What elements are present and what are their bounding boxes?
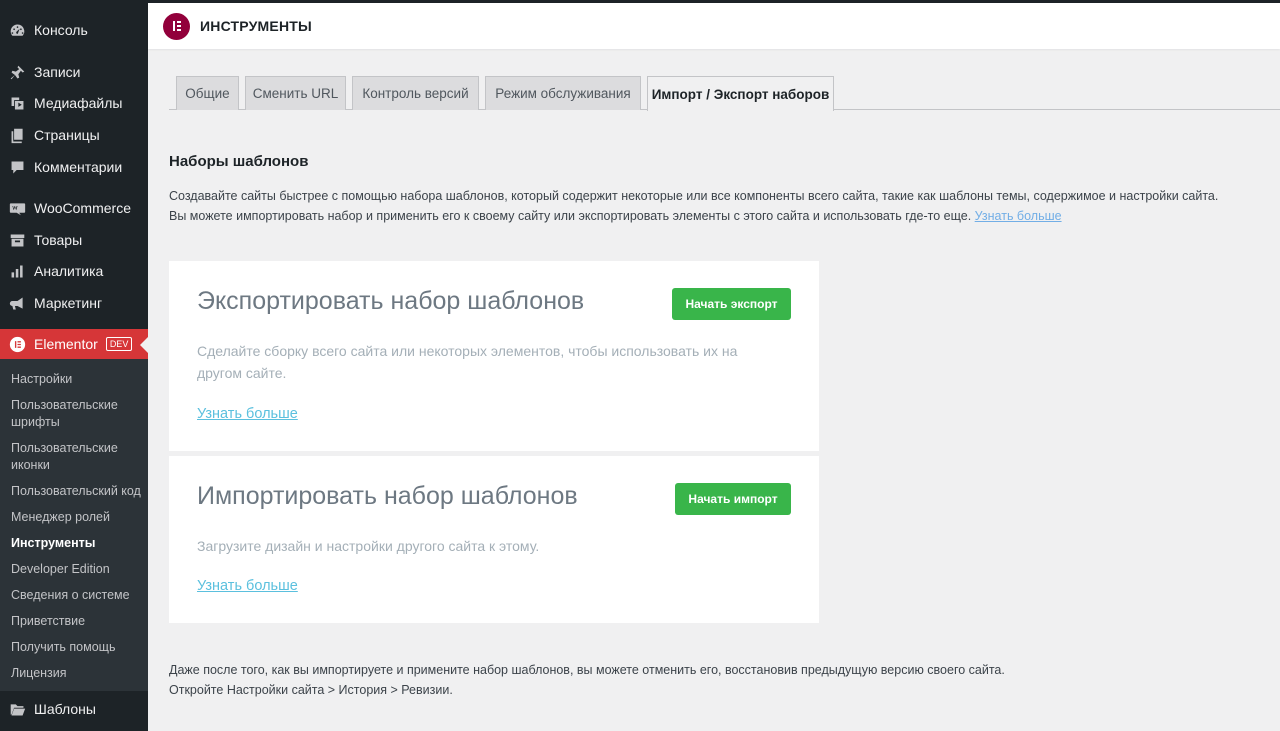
pin-icon (8, 63, 26, 81)
sidebar-item-elementor[interactable]: Elementor DEV (0, 329, 148, 359)
export-card-description: Сделайте сборку всего сайта или некоторы… (197, 343, 738, 381)
tab-maintenance-mode[interactable]: Режим обслуживания (485, 76, 641, 110)
sidebar-item-analytics[interactable]: Аналитика (0, 256, 148, 286)
sidebar-item-label: Записи (34, 64, 81, 80)
submenu-item-tools[interactable]: Инструменты (11, 535, 141, 552)
description-line-1: Создавайте сайты быстрее с помощью набор… (169, 189, 1219, 203)
import-card-title: Импортировать набор шаблонов (197, 482, 578, 510)
comment-icon (8, 158, 26, 176)
footer-line-1: Даже после того, как вы импортируете и п… (169, 663, 1005, 677)
elementor-icon (8, 335, 26, 353)
submenu-item-custom-icons[interactable]: Пользовательские иконки (11, 440, 141, 474)
sidebar-item-label: Шаблоны (34, 701, 96, 717)
description-text: Вы можете импортировать набор и применит… (169, 209, 972, 223)
media-icon (8, 94, 26, 112)
sidebar-item-label: Товары (34, 232, 83, 248)
submenu-item-settings[interactable]: Настройки (11, 371, 141, 388)
chart-bar-icon (8, 262, 26, 280)
submenu-item-get-help[interactable]: Получить помощь (11, 639, 141, 656)
elementor-logo-icon (163, 12, 190, 40)
pages-icon (8, 126, 26, 144)
submenu-item-welcome[interactable]: Приветствие (11, 613, 141, 630)
sidebar-item-label: Маркетинг (34, 295, 103, 311)
submenu-item-role-manager[interactable]: Менеджер ролей (11, 509, 141, 526)
export-card-title: Экспортировать набор шаблонов (197, 287, 585, 315)
sidebar-item-label: Комментарии (34, 159, 123, 175)
start-import-button[interactable]: Начать импорт (675, 483, 791, 515)
folder-icon (8, 700, 26, 718)
section-description: Создавайте сайты быстрее с помощью набор… (169, 186, 1269, 226)
tab-import-export-kit[interactable]: Импорт / Экспорт наборов (647, 76, 834, 111)
dev-badge: DEV (105, 337, 133, 351)
admin-sidebar: Консоль Записи Медиафайлы Страницы Комме… (0, 0, 148, 731)
sidebar-item-media[interactable]: Медиафайлы (0, 88, 148, 118)
tab-general[interactable]: Общие (176, 76, 239, 110)
section-title: Наборы шаблонов (169, 153, 309, 170)
submenu-item-custom-code[interactable]: Пользовательский код (11, 483, 141, 500)
sidebar-item-label: Консоль (34, 22, 88, 38)
import-kit-card: Импортировать набор шаблонов Начать импо… (169, 456, 819, 623)
sidebar-item-label: Страницы (34, 127, 100, 143)
sidebar-item-posts[interactable]: Записи (0, 57, 148, 87)
sidebar-item-woocommerce[interactable]: WooCommerce (0, 193, 148, 223)
woo-icon (8, 199, 26, 217)
sidebar-item-marketing[interactable]: Маркетинг (0, 288, 148, 318)
archive-icon (8, 231, 26, 249)
export-kit-card: Экспортировать набор шаблонов Начать экс… (169, 261, 819, 451)
submenu-item-custom-fonts[interactable]: Пользовательские шрифты (11, 397, 141, 431)
elementor-submenu: Настройки Пользовательские шрифты Пользо… (0, 359, 148, 691)
description-line-2: Вы можете импортировать набор и применит… (169, 206, 1269, 226)
sidebar-item-label: Elementor (34, 336, 98, 352)
sidebar-item-label: Аналитика (34, 263, 104, 279)
footer-note: Даже после того, как вы импортируете и п… (169, 660, 1169, 700)
dashboard-icon (8, 21, 26, 39)
page-title: ИНСТРУМЕНТЫ (200, 18, 312, 34)
submenu-item-license[interactable]: Лицензия (11, 665, 141, 682)
tab-replace-url[interactable]: Сменить URL (245, 76, 346, 110)
sidebar-item-templates[interactable]: Шаблоны (0, 694, 148, 724)
start-export-button[interactable]: Начать экспорт (672, 288, 791, 320)
page-header: ИНСТРУМЕНТЫ (148, 3, 1280, 49)
sidebar-item-label: WooCommerce (34, 200, 131, 216)
sidebar-item-products[interactable]: Товары (0, 225, 148, 255)
megaphone-icon (8, 294, 26, 312)
sidebar-item-dashboard[interactable]: Консоль (0, 15, 148, 45)
submenu-item-system-info[interactable]: Сведения о системе (11, 587, 141, 604)
sidebar-item-pages[interactable]: Страницы (0, 120, 148, 150)
submenu-item-developer-edition[interactable]: Developer Edition (11, 561, 141, 578)
tab-version-control[interactable]: Контроль версий (352, 76, 479, 110)
import-card-description: Загрузите дизайн и настройки другого сай… (197, 538, 540, 554)
sidebar-item-label: Медиафайлы (34, 95, 123, 111)
footer-line-2: Откройте Настройки сайта > История > Рев… (169, 683, 453, 697)
export-learn-more-link[interactable]: Узнать больше (197, 406, 298, 422)
import-learn-more-link[interactable]: Узнать больше (197, 578, 298, 594)
learn-more-link[interactable]: Узнать больше (975, 209, 1062, 223)
sidebar-item-comments[interactable]: Комментарии (0, 152, 148, 182)
